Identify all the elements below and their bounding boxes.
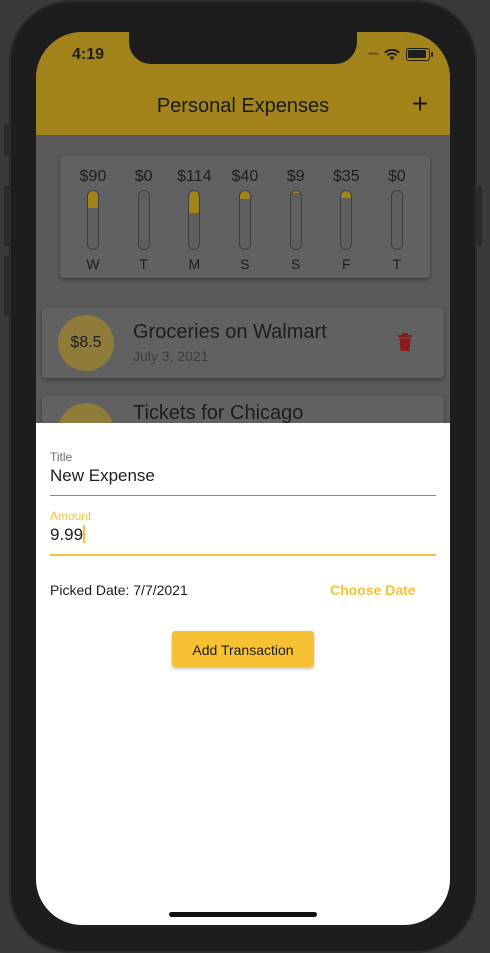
chart-bar-day: S — [290, 256, 301, 272]
signal-icon: •••• — [367, 49, 379, 60]
battery-icon — [406, 48, 433, 61]
chart-bar-column: $40 S — [220, 166, 270, 276]
amount-field-label: Amount — [50, 509, 92, 523]
chart-bar-track — [390, 190, 403, 250]
transaction-item[interactable]: $8.5 Groceries on Walmart July 3, 2021 — [42, 308, 444, 378]
title-input-underline — [50, 495, 436, 496]
transaction-title: Tickets for Chicago — [133, 402, 304, 424]
app-title: Personal Expenses — [156, 95, 330, 117]
chart-bar-fill — [189, 191, 200, 214]
chart-bar-day: W — [86, 256, 100, 272]
add-transaction-icon-button[interactable]: + — [406, 90, 434, 118]
status-icons: •••• — [367, 48, 433, 61]
chart-bar-amount: $0 — [134, 168, 153, 185]
chart-bar-amount: $0 — [388, 168, 406, 185]
chart-bar-track — [340, 190, 353, 250]
picked-date-text: Picked Date: 7/7/2021 — [50, 582, 188, 598]
choose-date-button[interactable]: Choose Date — [330, 582, 416, 598]
power-button — [476, 186, 482, 246]
chart-bar-fill — [239, 191, 250, 200]
transaction-title: Groceries on Walmart — [133, 321, 327, 343]
text-cursor — [83, 525, 85, 543]
chart-bar-amount: $114 — [177, 168, 212, 185]
chart-bar-amount: $9 — [286, 168, 305, 185]
chart-bar-day: T — [139, 256, 148, 272]
amount-input[interactable]: 9.99 — [50, 525, 85, 545]
chart-bar-track — [289, 190, 302, 250]
amount-input-underline — [50, 554, 436, 556]
status-time: 4:19 — [72, 46, 105, 63]
chart-bar-amount: $40 — [231, 168, 259, 185]
notch — [129, 32, 357, 64]
chart-bar-day: T — [392, 256, 402, 272]
volume-up-button — [4, 186, 10, 246]
chart-bar-track — [238, 190, 251, 250]
new-transaction-sheet: Title New Expense Amount 9.99 Picked Dat… — [36, 423, 450, 925]
volume-down-button — [4, 256, 10, 316]
chart-bar-column: $9 S — [271, 166, 321, 276]
chart-bar-day: M — [188, 256, 201, 272]
chart-bar-track — [188, 190, 201, 250]
amount-input-value: 9.99 — [50, 525, 84, 544]
chart-bar-fill — [290, 191, 301, 194]
title-field-label: Title — [50, 450, 73, 464]
chart-bar-column: $0 T — [119, 166, 169, 276]
chart-bars: $90 W $0 T $114 M $40 S $9 S $35 F $0 T — [68, 166, 422, 276]
chart-bar-column: $35 F — [321, 166, 371, 276]
chart-bar-track — [137, 190, 150, 250]
mute-switch — [4, 124, 10, 156]
weekly-chart-card: $90 W $0 T $114 M $40 S $9 S $35 F $0 T — [60, 156, 430, 278]
chart-bar-fill — [88, 191, 98, 209]
chart-bar-column: $114 M — [169, 166, 219, 276]
chart-bar-amount: $35 — [332, 168, 360, 185]
chart-bar-column: $0 T — [372, 166, 422, 276]
screen: 4:19 •••• Personal Expenses + $90 W $0 T $11… — [36, 32, 450, 925]
transaction-amount-avatar: $8.5 — [58, 315, 114, 371]
add-transaction-button[interactable]: Add Transaction — [172, 631, 314, 667]
chart-bar-column: $90 W — [68, 166, 118, 276]
delete-icon[interactable] — [398, 333, 412, 351]
wifi-icon — [384, 48, 400, 60]
chart-bar-fill — [341, 191, 352, 198]
chart-bar-day: F — [342, 256, 351, 272]
chart-bar-day: S — [240, 256, 250, 272]
chart-bar-track — [87, 190, 99, 250]
transaction-date: July 3, 2021 — [133, 348, 209, 364]
chart-bar-amount: $90 — [79, 168, 107, 185]
home-indicator — [169, 912, 317, 917]
title-input[interactable]: New Expense — [50, 466, 155, 486]
